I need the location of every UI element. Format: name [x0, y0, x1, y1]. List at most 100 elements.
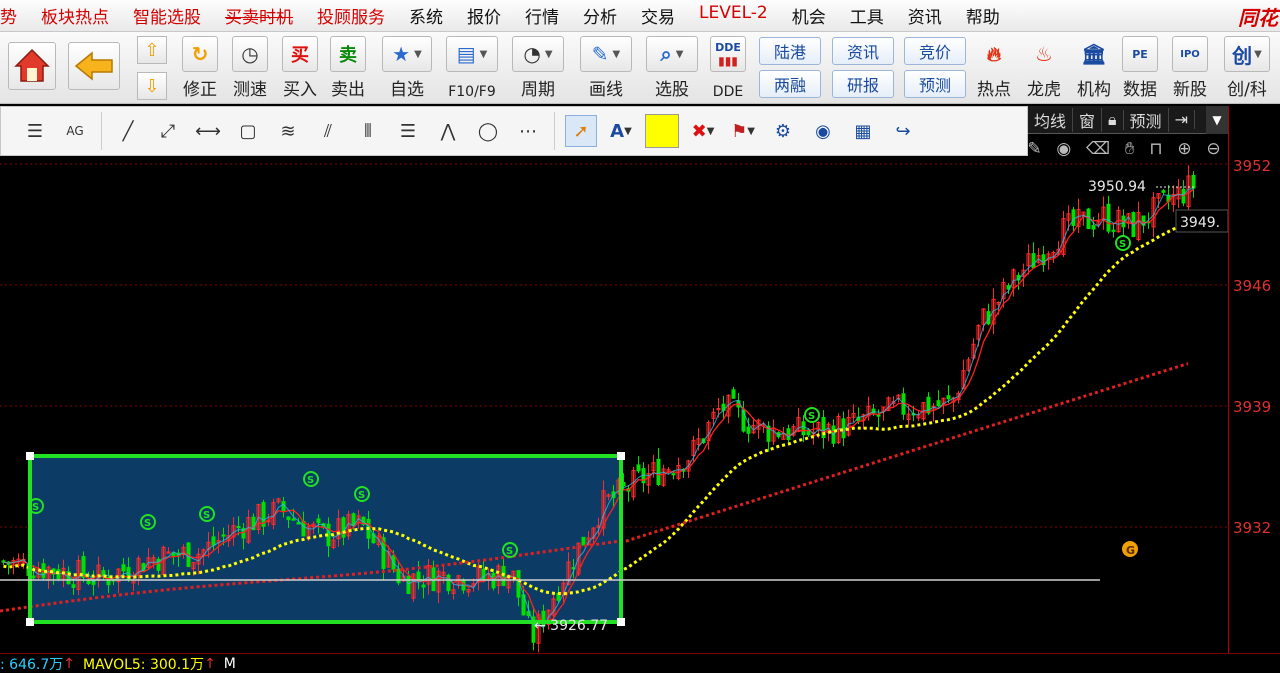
dragon-tiger-button[interactable]: ♨ 龙虎 [1026, 36, 1062, 100]
delete-icon[interactable]: ✖ ▼ [687, 115, 719, 147]
lock-icon[interactable]: 🔒︎ [1102, 109, 1124, 130]
menu-item[interactable]: LEVEL-2 [687, 3, 780, 28]
star-market-button[interactable]: 创 ▼ 创/科 [1224, 36, 1270, 100]
horizontal-segment-icon[interactable]: ⟷ [192, 115, 224, 147]
circle-tool-icon[interactable]: ◯ [472, 115, 504, 147]
signal-marker-icon[interactable]: S [804, 407, 820, 423]
signal-marker-label: S [808, 411, 815, 422]
menu-item[interactable]: 系统 [397, 3, 455, 28]
candle [1111, 223, 1116, 238]
back-button[interactable] [68, 36, 120, 100]
candle-body [746, 426, 751, 434]
candle [581, 536, 586, 546]
parallel-lines-icon[interactable]: ⫽ [312, 115, 344, 147]
arrow-down-icon[interactable]: ⇩ [137, 72, 167, 100]
candle-body [1191, 175, 1196, 189]
menu-item[interactable]: 行情 [513, 3, 571, 28]
scroll-up-down-buttons[interactable]: ⇧ ⇩ [136, 36, 168, 100]
resize-handle[interactable] [26, 618, 34, 626]
g-marker-label: G [1126, 544, 1135, 557]
line-tool-icon[interactable]: ╱ [112, 115, 144, 147]
wave-tool-icon[interactable]: ⋀ [432, 115, 464, 147]
arrow-up-icon[interactable]: ⇧ [137, 36, 167, 64]
ag-text-icon[interactable]: AG [59, 115, 91, 147]
text-tool-icon[interactable]: A ▼ [605, 115, 637, 147]
menu-item[interactable]: 智能选股 [121, 3, 213, 28]
menu-item[interactable]: 机会 [780, 3, 838, 28]
settings-sliders-icon[interactable]: ☰ [19, 115, 51, 147]
vertical-lines-icon[interactable]: ⦀ [352, 115, 384, 147]
sell-button[interactable]: 卖 卖出 [330, 36, 366, 100]
data-button[interactable]: PE 数据 [1122, 36, 1158, 100]
candle [1081, 211, 1086, 226]
fix-button[interactable]: ↻ 修正 [182, 36, 218, 100]
ma-button[interactable]: 均线 [1028, 107, 1074, 132]
gear-icon[interactable]: ⚙ [767, 115, 799, 147]
bookmark-icon[interactable]: ⚑ ▼ [727, 115, 759, 147]
m-label: M [223, 655, 236, 672]
candle [676, 457, 681, 481]
fan-lines-icon[interactable]: ≋ [272, 115, 304, 147]
ipo-icon: IPO [1172, 36, 1208, 72]
candle-body [581, 536, 586, 546]
volume-indicator-bar: : 646.7万 ↑ MAVOL5: 300.1万 ↑ M [0, 653, 1280, 673]
pill-forecast[interactable]: 预测 [904, 70, 966, 98]
resize-handle[interactable] [26, 452, 34, 460]
rectangle-tool-icon[interactable]: ▢ [232, 115, 264, 147]
pill-margin[interactable]: 两融 [759, 70, 821, 98]
pill-news[interactable]: 资讯 [832, 37, 894, 65]
menu-item[interactable]: 帮助 [954, 3, 1012, 28]
period-button[interactable]: ◔ ▼ 周期 [512, 36, 564, 100]
grid-icon[interactable]: ▦ [847, 115, 879, 147]
g-marker-icon[interactable]: G [1122, 541, 1138, 557]
menu-item[interactable]: 工具 [838, 3, 896, 28]
signal-marker-icon[interactable]: S [1115, 235, 1131, 251]
institution-button[interactable]: 🏛︎ 机构 [1076, 36, 1112, 100]
f10-button[interactable]: ▤ ▼ F10/F9 [446, 36, 498, 100]
menu-item[interactable]: 板块热点 [29, 3, 121, 28]
low-price-label: ← 3926.77 [534, 618, 608, 634]
resize-handle[interactable] [617, 452, 625, 460]
ipo-button[interactable]: IPO 新股 [1172, 36, 1208, 100]
menu-item[interactable]: 交易 [629, 3, 687, 28]
star-market-label: 创/科 [1227, 80, 1267, 100]
forecast-button[interactable]: 预测 [1124, 107, 1169, 132]
candle [881, 406, 886, 421]
pill-research[interactable]: 研报 [832, 70, 894, 98]
text-box-icon[interactable]: ☰ [392, 115, 424, 147]
pe-icon: PE [1122, 36, 1158, 72]
menu-item[interactable]: 投顾服务 [305, 3, 397, 28]
stock-pick-button[interactable]: ⌕ ▼ 选股 [646, 36, 698, 100]
segment-tool-icon[interactable]: ⤢ [152, 115, 184, 147]
share-icon[interactable]: ↪ [887, 115, 919, 147]
dde-button[interactable]: DDE ▮▮▮ DDE [710, 36, 746, 100]
watchlist-button[interactable]: ★ ▼ 自选 [382, 36, 432, 100]
candle [661, 464, 666, 487]
menu-item[interactable]: 买卖时机 [213, 3, 305, 28]
candle-body [801, 421, 806, 436]
hot-button[interactable]: 🔥︎ 热点 [976, 36, 1012, 100]
candle [636, 456, 641, 474]
pin-right-icon[interactable]: ⇥ [1169, 110, 1195, 129]
pill-bidding[interactable]: 竞价 [904, 37, 966, 65]
draw-line-button[interactable]: ✎ ▼ 画线 [580, 36, 632, 100]
more-tools-icon[interactable]: ⋯ [512, 115, 544, 147]
dropdown-arrow-icon[interactable]: ▼ [1206, 106, 1228, 134]
menu-item[interactable]: 资讯 [896, 3, 954, 28]
candle-body [1031, 253, 1036, 269]
dde-label: DDE [712, 84, 744, 100]
menu-item[interactable]: 势 [0, 3, 29, 28]
menu-item[interactable]: 报价 [455, 3, 513, 28]
home-button[interactable] [8, 36, 56, 100]
resize-handle[interactable] [617, 618, 625, 626]
candle-body [406, 575, 411, 595]
menu-item[interactable]: 分析 [571, 3, 629, 28]
candlestick-chart[interactable]: 3950.94 3949. ← 3926.77 S S S S S S S S G [0, 156, 1228, 653]
buy-button[interactable]: 买 买入 [282, 36, 318, 100]
eye-icon[interactable]: ◉ [807, 115, 839, 147]
pill-hk-connect[interactable]: 陆港 [759, 37, 821, 65]
pointer-tool-icon[interactable]: ➚ [565, 115, 597, 147]
speed-test-button[interactable]: ◷ 测速 [232, 36, 268, 100]
window-button[interactable]: 窗 [1073, 107, 1103, 132]
color-picker-swatch[interactable] [645, 114, 679, 148]
